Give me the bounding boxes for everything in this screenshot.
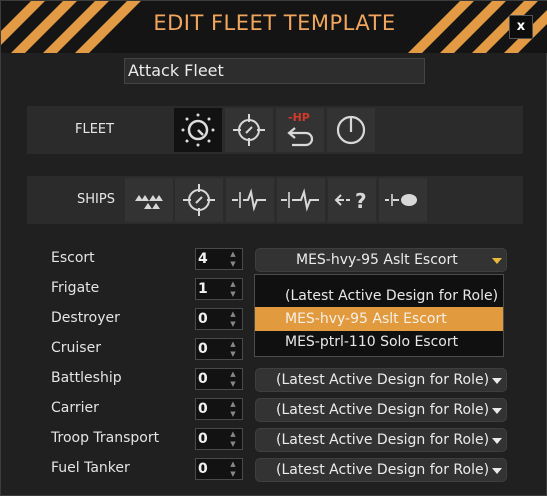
ships-orders-strip: SHIPS ? [27, 176, 523, 224]
aggression-dial-button[interactable] [174, 108, 222, 152]
target-crosshair-icon [233, 114, 265, 146]
dropdown-option-selected[interactable]: MES-hvy-95 Aslt Escort [255, 307, 503, 331]
role-label: Troop Transport [51, 430, 160, 446]
quantity-stepper[interactable]: 0 ▲ ▼ [195, 458, 243, 480]
stepper-up-arrow-icon[interactable]: ▲ [226, 369, 240, 379]
chevron-down-icon [492, 378, 502, 384]
stepper-up-arrow-icon[interactable]: ▲ [226, 309, 240, 319]
stepper-down-arrow-icon[interactable]: ▼ [226, 289, 240, 299]
role-label: Escort [51, 250, 95, 266]
short-range-signal-icon [232, 188, 266, 212]
role-row-carrier: Carrier 0 ▲ ▼ (Latest Active Design for … [33, 396, 519, 424]
role-label: Battleship [51, 370, 122, 386]
power-icon [336, 115, 366, 145]
stepper-up-arrow-icon[interactable]: ▲ [226, 459, 240, 469]
stepper-down-arrow-icon[interactable]: ▼ [226, 349, 240, 359]
retreat-hp-icon: -HP [287, 111, 314, 147]
fleet-orders-strip: FLEET -HP [27, 106, 523, 154]
quantity-stepper[interactable]: 4 ▲ ▼ [195, 248, 243, 270]
stepper-down-arrow-icon[interactable]: ▼ [226, 379, 240, 389]
quantity-value: 0 [198, 401, 208, 417]
role-label: Carrier [51, 400, 99, 416]
design-select-value: (Latest Active Design for Role) [276, 372, 490, 388]
role-label: Destroyer [51, 310, 120, 326]
design-select-value: (Latest Active Design for Role) [276, 402, 490, 418]
quantity-value: 0 [198, 461, 208, 477]
svg-text:-HP: -HP [288, 111, 310, 124]
unknown-target-icon: ? [334, 189, 367, 213]
svg-text:?: ? [355, 189, 367, 213]
design-select[interactable]: (Latest Active Design for Role) [255, 368, 507, 392]
dropdown-option[interactable]: (Latest Active Design for Role) [255, 284, 503, 308]
planet-target-icon [385, 194, 417, 206]
design-select[interactable]: (Latest Active Design for Role) [255, 458, 507, 482]
chevron-down-icon [492, 408, 502, 414]
chevron-down-icon [492, 258, 502, 264]
role-row-troop-transport: Troop Transport 0 ▲ ▼ (Latest Active Des… [33, 426, 519, 454]
power-button[interactable] [327, 108, 375, 152]
design-select[interactable]: MES-hvy-95 Aslt Escort [255, 248, 507, 272]
design-select-value: MES-hvy-95 Aslt Escort [296, 252, 458, 268]
quantity-value: 4 [198, 251, 208, 267]
stepper-up-arrow-icon[interactable]: ▲ [226, 249, 240, 259]
chevron-down-icon [492, 468, 502, 474]
role-row-escort: Escort 4 ▲ ▼ MES-hvy-95 Aslt Escort [33, 246, 519, 274]
short-range-signal-button[interactable] [226, 178, 274, 222]
quantity-value: 0 [198, 371, 208, 387]
quantity-stepper[interactable]: 0 ▲ ▼ [195, 308, 243, 330]
quantity-stepper[interactable]: 0 ▲ ▼ [195, 338, 243, 360]
aggression-dial-icon [181, 113, 215, 147]
role-label: Frigate [51, 280, 100, 296]
target-crosshair-button[interactable] [225, 108, 273, 152]
stepper-up-arrow-icon[interactable]: ▲ [226, 279, 240, 289]
stepper-down-arrow-icon[interactable]: ▼ [226, 469, 240, 479]
ships-label: SHIPS [77, 192, 115, 207]
formation-button[interactable] [125, 178, 173, 222]
stepper-up-arrow-icon[interactable]: ▲ [226, 399, 240, 409]
quantity-stepper[interactable]: 0 ▲ ▼ [195, 368, 243, 390]
quantity-value: 0 [198, 341, 208, 357]
quantity-stepper[interactable]: 1 ▲ ▼ [195, 278, 243, 300]
quantity-value: 0 [198, 311, 208, 327]
long-range-signal-button[interactable] [277, 178, 325, 222]
design-select-value: (Latest Active Design for Role) [276, 462, 490, 478]
role-row-battleship: Battleship 0 ▲ ▼ (Latest Active Design f… [33, 366, 519, 394]
dropdown-option[interactable]: MES-ptrl-110 Solo Escort [255, 330, 503, 354]
stepper-up-arrow-icon[interactable]: ▲ [226, 429, 240, 439]
engage-target-button[interactable] [175, 178, 223, 222]
stepper-down-arrow-icon[interactable]: ▼ [226, 259, 240, 269]
quantity-value: 0 [198, 431, 208, 447]
title-bar: EDIT FLEET TEMPLATE x [1, 1, 547, 53]
long-range-signal-icon [281, 188, 319, 212]
stepper-up-arrow-icon[interactable]: ▲ [226, 339, 240, 349]
close-button[interactable]: x [509, 15, 533, 39]
design-select-value: (Latest Active Design for Role) [276, 432, 490, 448]
planet-target-button[interactable] [379, 178, 427, 222]
retreat-hp-button[interactable]: -HP [276, 108, 324, 152]
edit-fleet-template-dialog: EDIT FLEET TEMPLATE x Attack Fleet FLEET [0, 0, 547, 496]
role-label: Cruiser [51, 340, 101, 356]
role-row-fuel-tanker: Fuel Tanker 0 ▲ ▼ (Latest Active Design … [33, 456, 519, 484]
stepper-down-arrow-icon[interactable]: ▼ [226, 439, 240, 449]
fleet-label: FLEET [75, 122, 115, 137]
role-label: Fuel Tanker [51, 460, 130, 476]
quantity-stepper[interactable]: 0 ▲ ▼ [195, 428, 243, 450]
design-dropdown-list: (Latest Active Design for Role) MES-hvy-… [254, 274, 504, 357]
design-select[interactable]: (Latest Active Design for Role) [255, 428, 507, 452]
unknown-target-button[interactable]: ? [328, 178, 376, 222]
engage-target-icon [183, 184, 215, 216]
chevron-down-icon [492, 438, 502, 444]
template-name-input[interactable]: Attack Fleet [124, 58, 425, 84]
dialog-title: EDIT FLEET TEMPLATE [153, 11, 396, 35]
quantity-stepper[interactable]: 0 ▲ ▼ [195, 398, 243, 420]
design-select[interactable]: (Latest Active Design for Role) [255, 398, 507, 422]
stepper-down-arrow-icon[interactable]: ▼ [226, 409, 240, 419]
stepper-down-arrow-icon[interactable]: ▼ [226, 319, 240, 329]
formation-icon [135, 195, 163, 209]
quantity-value: 1 [198, 281, 208, 297]
